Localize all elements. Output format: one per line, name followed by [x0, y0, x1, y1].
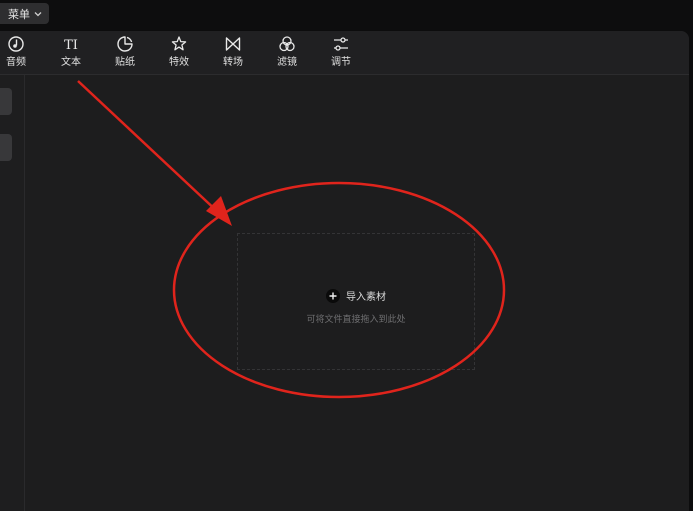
- tab-filter-label: 滤镜: [277, 57, 297, 68]
- tab-effects-label: 特效: [169, 57, 189, 68]
- adjust-sliders-icon: [334, 37, 348, 51]
- tab-sticker-label: 贴纸: [115, 57, 135, 68]
- tab-audio-label: 音频: [6, 57, 26, 68]
- tab-filter[interactable]: 滤镜: [267, 35, 307, 73]
- tab-audio[interactable]: 音频: [0, 35, 36, 73]
- tab-transition-label: 转场: [223, 57, 243, 68]
- material-area: 导入素材 可将文件直接拖入到此处: [25, 75, 689, 511]
- chevron-down-icon: [34, 11, 42, 16]
- plus-circle: [326, 288, 340, 303]
- menu-bar: 菜单: [0, 0, 693, 30]
- category-sidebar: [0, 75, 25, 511]
- menu-button[interactable]: 菜单: [0, 3, 49, 24]
- tab-text-label: 文本: [61, 57, 81, 68]
- sidebar-tab-1[interactable]: [0, 88, 12, 115]
- tab-adjust-label: 调节: [331, 57, 351, 68]
- sticker-icon: [117, 36, 133, 52]
- sidebar-tab-2[interactable]: [0, 134, 12, 161]
- asset-toolbar: 音频 TI 文本 贴纸 特效 转场 滤镜 调节: [0, 31, 689, 75]
- menu-label: 菜单: [8, 7, 30, 21]
- import-dropzone[interactable]: 导入素材 可将文件直接拖入到此处: [237, 233, 475, 370]
- plus-icon: [329, 292, 337, 299]
- tab-transition[interactable]: 转场: [213, 35, 253, 73]
- svg-text:TI: TI: [64, 38, 78, 53]
- transition-bowtie-icon: [225, 37, 241, 51]
- tab-adjust[interactable]: 调节: [321, 35, 361, 73]
- music-note-icon: [8, 36, 24, 52]
- text-icon: TI: [64, 38, 78, 53]
- tab-sticker[interactable]: 贴纸: [105, 35, 145, 73]
- media-panel: 音频 TI 文本 贴纸 特效 转场 滤镜 调节 导入素材 可将文件直接拖入到此处: [0, 31, 689, 511]
- drag-hint: 可将文件直接拖入到此处: [306, 315, 406, 325]
- sparkle-star-icon: [171, 36, 187, 51]
- import-label: 导入素材: [346, 292, 386, 303]
- tab-effects[interactable]: 特效: [159, 35, 199, 73]
- filter-circles-icon: [279, 36, 295, 52]
- app-window: 菜单 音频 TI 文本 贴纸 特效 转场 滤镜 调节 导入素材 可将文件直接拖入…: [0, 0, 693, 511]
- tab-text[interactable]: TI 文本: [51, 35, 91, 73]
- import-button[interactable]: 导入素材: [238, 288, 474, 303]
